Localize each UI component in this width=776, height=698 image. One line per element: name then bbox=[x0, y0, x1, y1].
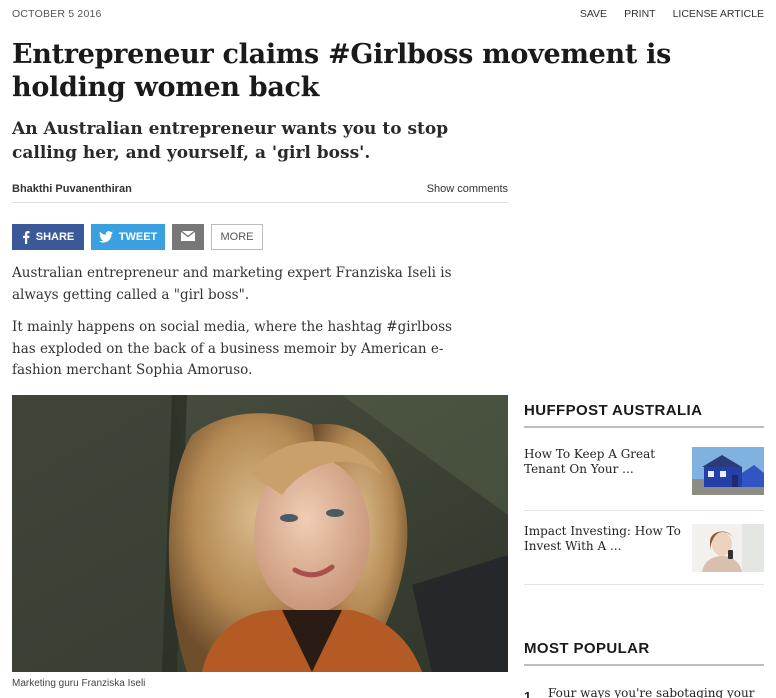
facebook-share-label: SHARE bbox=[35, 231, 75, 243]
rank-number: 1 bbox=[524, 689, 532, 698]
woman-phone-thumbnail[interactable] bbox=[692, 524, 764, 572]
facebook-icon bbox=[22, 230, 30, 244]
image-caption: Marketing guru Franziska Iseli bbox=[12, 678, 146, 689]
save-link[interactable]: SAVE bbox=[580, 8, 607, 20]
more-share-button[interactable]: MORE bbox=[211, 224, 263, 250]
sidebar-item-title[interactable]: Impact Investing: How To Invest With A .… bbox=[524, 524, 684, 554]
sidebar-divider bbox=[524, 510, 764, 511]
person-icon bbox=[692, 524, 764, 572]
article-topbar: OCTOBER 5 2016 SAVE PRINT LICENSE ARTICL… bbox=[12, 8, 764, 22]
most-popular-title: MOST POPULAR bbox=[524, 640, 764, 666]
author-name[interactable]: Bhakthi Puvanenthiran bbox=[12, 183, 132, 195]
license-article-link[interactable]: LICENSE ARTICLE bbox=[673, 8, 764, 20]
most-popular-section: MOST POPULAR bbox=[524, 640, 764, 666]
email-share-button[interactable] bbox=[172, 224, 204, 250]
huffpost-australia-sidebar: HUFFPOST AUSTRALIA bbox=[524, 402, 764, 428]
print-link[interactable]: PRINT bbox=[624, 8, 656, 20]
share-bar: SHARE TWEET MORE bbox=[12, 224, 263, 250]
byline-row: Bhakthi Puvanenthiran Show comments bbox=[12, 183, 508, 203]
article-paragraph: It mainly happens on social media, where… bbox=[12, 319, 452, 378]
facebook-share-button[interactable]: SHARE bbox=[12, 224, 84, 250]
twitter-tweet-label: TWEET bbox=[118, 231, 158, 243]
sidebar-item-title[interactable]: How To Keep A Great Tenant On Your ... bbox=[524, 447, 684, 477]
sidebar-divider bbox=[524, 584, 764, 585]
article-paragraph: Australian entrepreneur and marketing ex… bbox=[12, 265, 452, 303]
article-headline: Entrepreneur claims #Girlboss movement i… bbox=[12, 39, 672, 103]
portrait-photo-illustration bbox=[12, 395, 508, 672]
publish-date: OCTOBER 5 2016 bbox=[12, 8, 102, 20]
house-icon bbox=[692, 447, 764, 495]
blue-house-thumbnail[interactable] bbox=[692, 447, 764, 495]
sidebar-title: HUFFPOST AUSTRALIA bbox=[524, 402, 764, 428]
article-subhead: An Australian entrepreneur wants you to … bbox=[12, 119, 449, 163]
twitter-icon bbox=[98, 231, 113, 243]
article-actions: SAVE PRINT LICENSE ARTICLE bbox=[580, 8, 764, 20]
twitter-tweet-button[interactable]: TWEET bbox=[91, 224, 165, 250]
envelope-icon bbox=[180, 229, 196, 244]
most-popular-item-title[interactable]: Four ways you're sabotaging your bbox=[548, 686, 758, 698]
article-photo bbox=[12, 395, 508, 672]
show-comments-link[interactable]: Show comments bbox=[427, 183, 508, 195]
